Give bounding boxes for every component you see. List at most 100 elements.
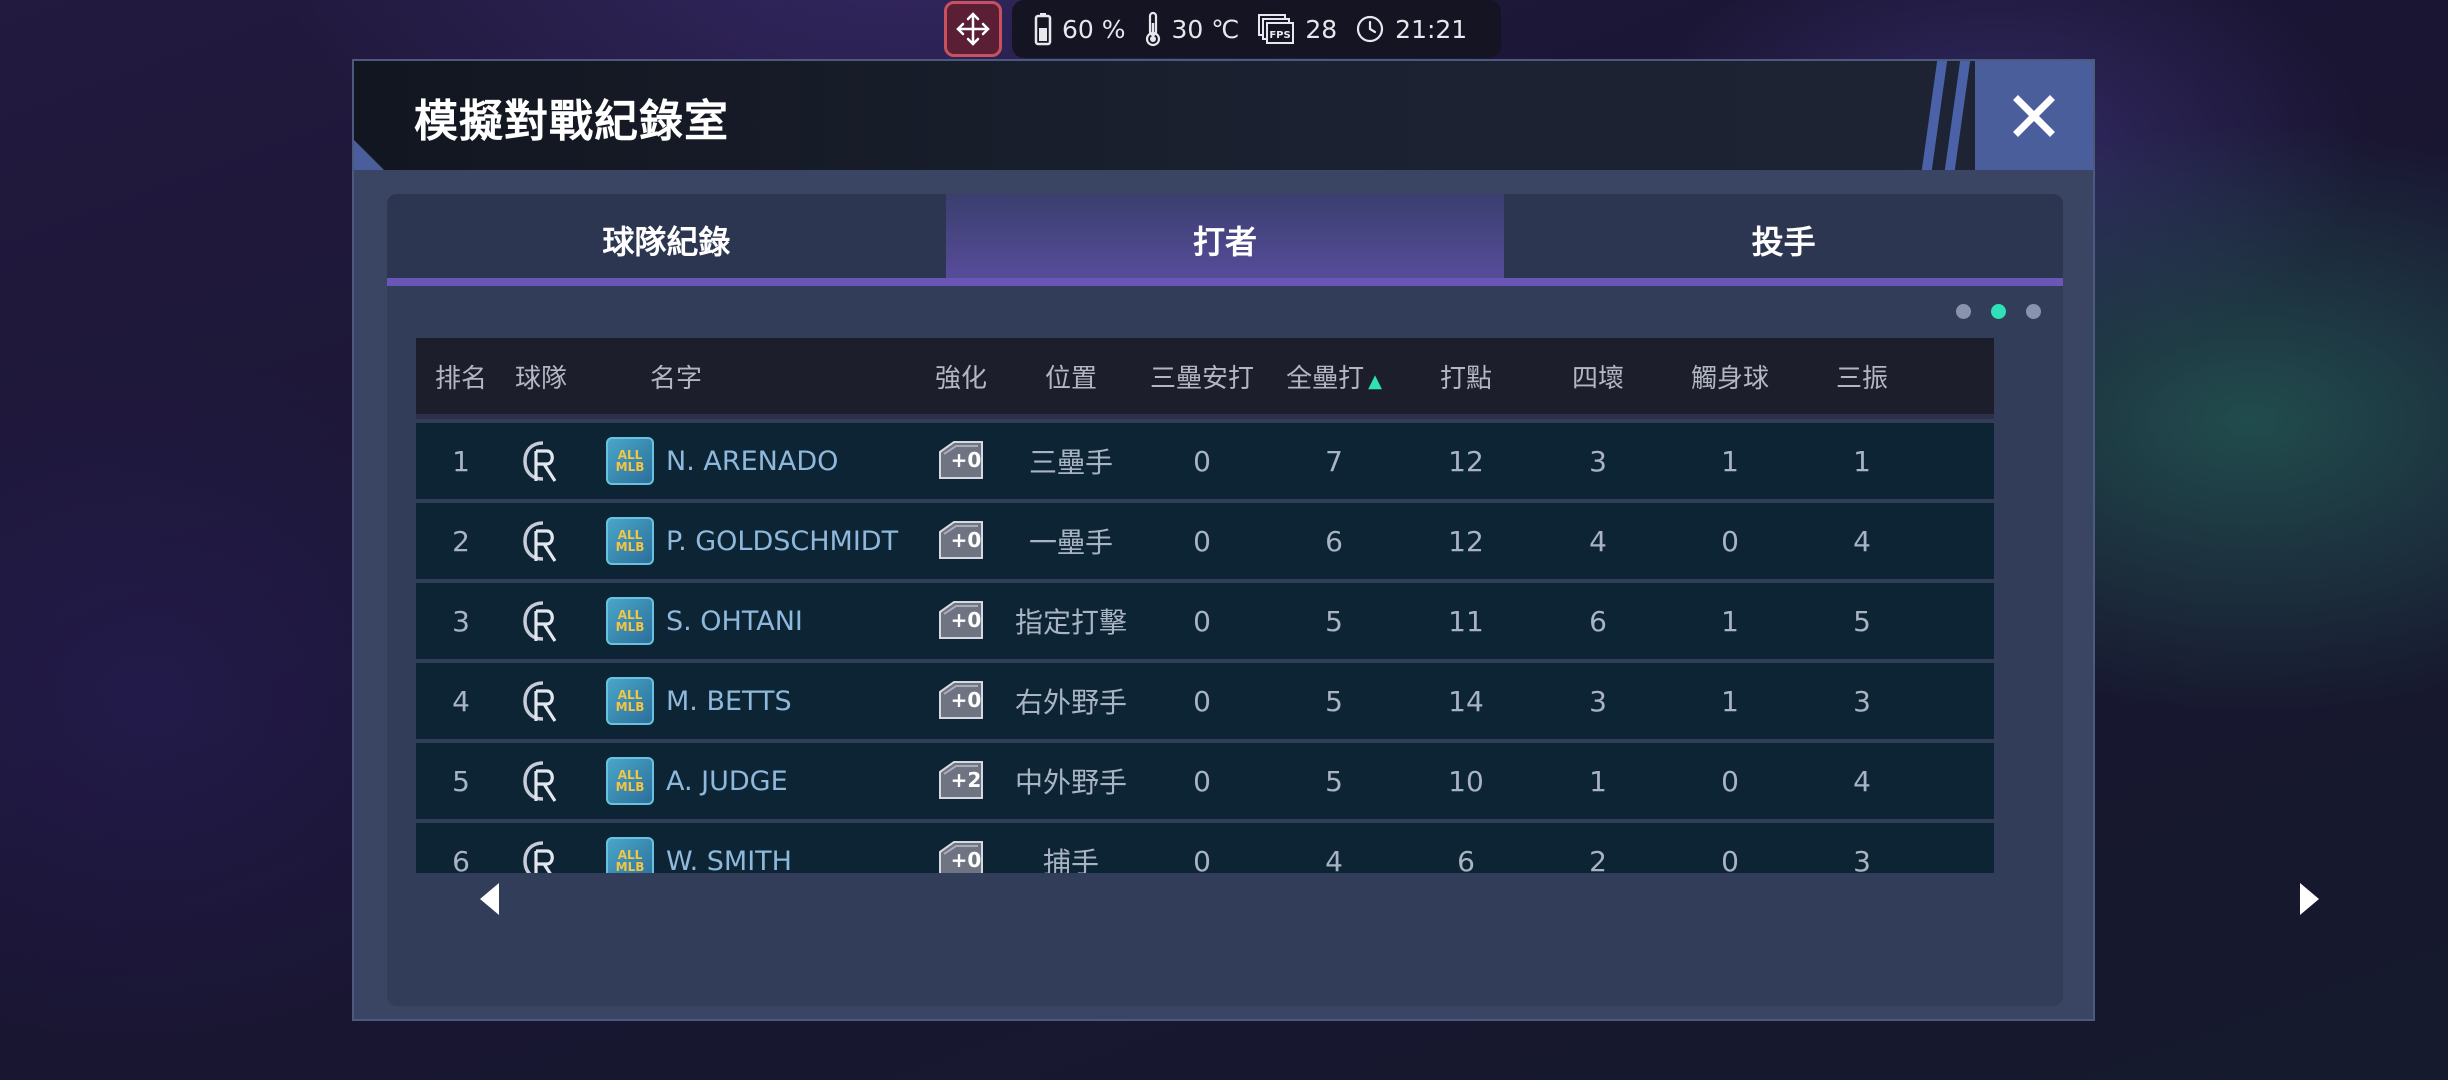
player-name[interactable]: M. BETTS — [666, 686, 792, 717]
sort-ascending-icon: ▲ — [1368, 370, 1382, 392]
page-indicator — [1956, 304, 2041, 319]
rank-cell: 5 — [452, 764, 470, 798]
enhance-cell: +0 — [916, 838, 1006, 873]
rbi-cell: 12 — [1448, 444, 1484, 478]
rbi-cell: 12 — [1448, 524, 1484, 558]
close-button[interactable] — [1975, 61, 2093, 170]
move-handle[interactable] — [944, 1, 1002, 57]
fps-value: 28 — [1305, 14, 1338, 44]
temperature-value: 30 ℃ — [1171, 14, 1240, 44]
table-header: 排名 球隊 名字 強化 位置 三壘安打 全壘打 ▲ 打點 四壞 觸身球 三振 — [416, 338, 1994, 419]
hbp-cell: 1 — [1721, 604, 1739, 638]
table-row[interactable]: 4 ALL MLB M. BETTS +0 右外野手 0 5 14 3 1 3 — [416, 663, 1994, 739]
name-cell: ALL MLB A. JUDGE — [576, 757, 916, 805]
next-page-button[interactable] — [2300, 883, 2319, 915]
header-name[interactable]: 名字 — [576, 358, 916, 395]
position-cell: 右外野手 — [1014, 686, 1127, 719]
player-name[interactable]: A. JUDGE — [666, 766, 788, 797]
name-cell: ALL MLB P. GOLDSCHMIDT — [576, 517, 916, 565]
rbi-cell: 11 — [1448, 604, 1484, 638]
position-cell: 指定打擊 — [1014, 606, 1127, 639]
hbp-cell: 1 — [1721, 444, 1739, 478]
enhance-icon: +0 — [936, 838, 986, 873]
position-cell: 三壘手 — [1028, 446, 1113, 479]
strikeouts-cell: 3 — [1853, 684, 1871, 718]
rank-cell: 6 — [452, 844, 470, 874]
header-rbi[interactable]: 打點 — [1400, 358, 1532, 395]
name-cell: ALL MLB M. BETTS — [576, 677, 916, 725]
header-stripe — [1941, 61, 1971, 170]
triples-cell: 0 — [1193, 604, 1211, 638]
player-name[interactable]: P. GOLDSCHMIDT — [666, 526, 898, 557]
position-cell: 中外野手 — [1014, 766, 1127, 799]
table-row[interactable]: 2 ALL MLB P. GOLDSCHMIDT +0 一壘手 0 6 12 4 — [416, 503, 1994, 579]
all-mlb-badge-icon: ALL MLB — [606, 837, 654, 873]
enhance-icon: +0 — [936, 518, 986, 564]
rbi-cell: 14 — [1448, 684, 1484, 718]
header-position[interactable]: 位置 — [1006, 358, 1136, 395]
battery-icon — [1034, 13, 1052, 46]
table-row[interactable]: 3 ALL MLB S. OHTANI +0 指定打擊 0 5 11 6 1 5 — [416, 583, 1994, 659]
header-strikeouts[interactable]: 三振 — [1796, 358, 1928, 395]
strikeouts-cell: 3 — [1853, 844, 1871, 874]
player-name[interactable]: N. ARENADO — [666, 446, 838, 477]
header-walks[interactable]: 四壞 — [1532, 358, 1664, 395]
header-team[interactable]: 球隊 — [506, 358, 576, 395]
all-mlb-badge-icon: ALL MLB — [606, 517, 654, 565]
status-overlay: 60 % 30 ℃ FPS 28 21:21 — [944, 0, 1502, 58]
header-hbp[interactable]: 觸身球 — [1664, 358, 1796, 395]
status-pill: 60 % 30 ℃ FPS 28 21:21 — [1012, 0, 1502, 58]
table-row[interactable]: 6 ALL MLB W. SMITH +0 捕手 0 4 6 2 0 3 — [416, 823, 1994, 873]
page-dot-active[interactable] — [1991, 304, 2006, 319]
player-name[interactable]: S. OHTANI — [666, 606, 803, 637]
walks-cell: 4 — [1589, 524, 1607, 558]
triples-cell: 0 — [1193, 844, 1211, 874]
enhance-cell: +0 — [916, 598, 1006, 644]
team-logo-icon — [506, 757, 576, 805]
clock-status: 21:21 — [1355, 14, 1467, 44]
rbi-cell: 10 — [1448, 764, 1484, 798]
header-home-runs[interactable]: 全壘打 ▲ — [1268, 358, 1400, 395]
enhance-icon: +0 — [936, 438, 986, 484]
battery-value: 60 % — [1062, 14, 1126, 44]
hbp-cell: 0 — [1721, 764, 1739, 798]
home-runs-cell: 4 — [1325, 844, 1343, 874]
strikeouts-cell: 4 — [1853, 524, 1871, 558]
team-logo-icon — [506, 837, 576, 873]
triples-cell: 0 — [1193, 684, 1211, 718]
triples-cell: 0 — [1193, 524, 1211, 558]
header-triples[interactable]: 三壘安打 — [1136, 358, 1268, 395]
dialog-header: 模擬對戰紀錄室 — [354, 61, 2093, 170]
table-row[interactable]: 5 ALL MLB A. JUDGE +2 中外野手 0 5 10 1 0 4 — [416, 743, 1994, 819]
tab-batters[interactable]: 打者 — [945, 194, 1505, 286]
all-mlb-badge-icon: ALL MLB — [606, 597, 654, 645]
page-dot[interactable] — [1956, 304, 1971, 319]
prev-page-button[interactable] — [480, 883, 499, 915]
clock-icon — [1357, 15, 1384, 43]
team-logo-icon — [506, 437, 576, 485]
header-stripe — [1918, 61, 1948, 170]
enhance-cell: +0 — [916, 678, 1006, 724]
team-logo-icon — [506, 517, 576, 565]
table-row[interactable]: 1 ALL MLB N. ARENADO +0 三壘手 0 7 12 3 1 1 — [416, 423, 1994, 499]
enhance-icon: +0 — [936, 678, 986, 724]
tab-team-records[interactable]: 球隊紀錄 — [387, 194, 946, 286]
rank-cell: 2 — [452, 524, 470, 558]
walks-cell: 3 — [1589, 444, 1607, 478]
hbp-cell: 1 — [1721, 684, 1739, 718]
header-rank[interactable]: 排名 — [416, 358, 506, 395]
tab-underline — [387, 278, 2063, 286]
tab-pitchers[interactable]: 投手 — [1504, 194, 2064, 286]
enhance-icon: +0 — [936, 598, 986, 644]
player-name[interactable]: W. SMITH — [666, 846, 792, 874]
triples-cell: 0 — [1193, 444, 1211, 478]
enhance-cell: +0 — [916, 518, 1006, 564]
records-dialog: 模擬對戰紀錄室 球隊紀錄 打者 投手 排名 球隊 名字 強化 位置 三壘安打 全… — [352, 59, 2319, 1021]
fps-status: FPS 28 — [1257, 13, 1337, 45]
hbp-cell: 0 — [1721, 844, 1739, 874]
page-dot[interactable] — [2026, 304, 2041, 319]
fps-icon: FPS — [1258, 14, 1295, 44]
team-logo-icon — [506, 677, 576, 725]
svg-text:FPS: FPS — [1270, 30, 1291, 41]
header-enhance[interactable]: 強化 — [916, 358, 1006, 395]
